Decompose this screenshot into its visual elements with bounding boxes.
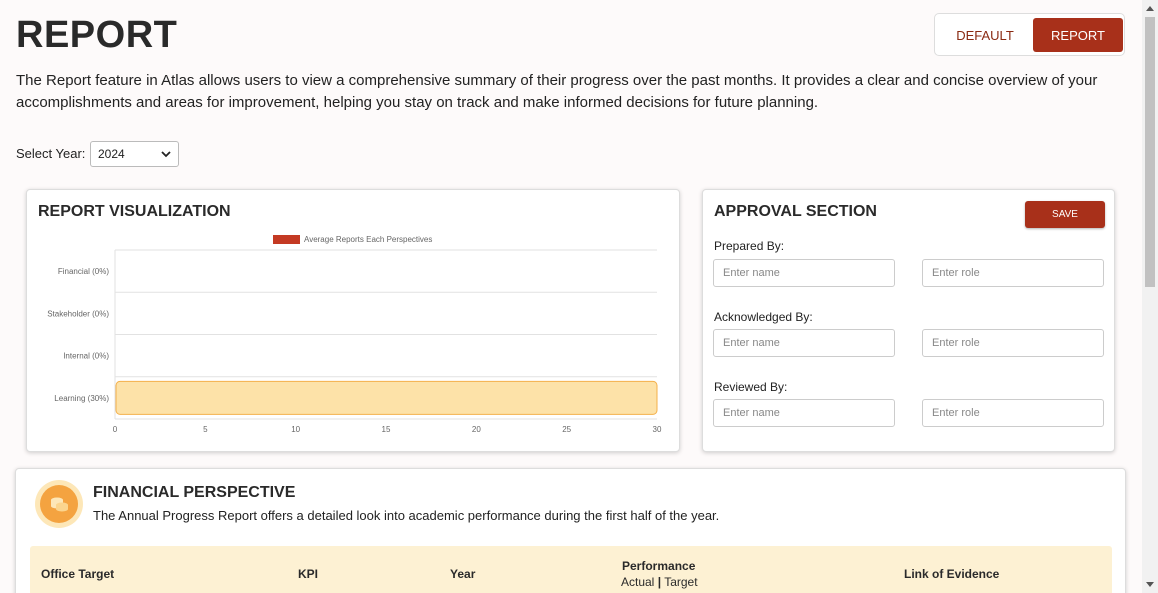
x-tick-label: 15 bbox=[382, 425, 391, 434]
year-select-value: 2024 bbox=[98, 147, 125, 161]
x-tick-label: 5 bbox=[203, 425, 208, 434]
year-select[interactable]: 2024 bbox=[90, 141, 179, 167]
acknowledged-by-name-input[interactable]: Enter name bbox=[713, 329, 895, 357]
x-tick-label: 0 bbox=[113, 425, 118, 434]
financial-perspective-card: FINANCIAL PERSPECTIVE The Annual Progres… bbox=[15, 468, 1126, 593]
col-separator: | bbox=[657, 575, 662, 589]
col-office-target: Office Target bbox=[41, 567, 115, 581]
scroll-up-icon[interactable] bbox=[1142, 0, 1158, 16]
prepared-by-label: Prepared By: bbox=[714, 239, 785, 253]
report-view-button[interactable]: REPORT bbox=[1033, 18, 1123, 52]
col-performance-sub: Actual | Target bbox=[621, 575, 698, 589]
scroll-down-icon[interactable] bbox=[1142, 577, 1158, 593]
acknowledged-by-role-input[interactable]: Enter role bbox=[922, 329, 1104, 357]
col-kpi: KPI bbox=[298, 567, 319, 581]
save-button[interactable]: SAVE bbox=[1025, 201, 1105, 228]
prepared-by-name-input[interactable]: Enter name bbox=[713, 259, 895, 287]
x-tick-label: 30 bbox=[653, 425, 662, 434]
vertical-scrollbar[interactable] bbox=[1142, 0, 1158, 593]
default-view-button[interactable]: DEFAULT bbox=[938, 18, 1032, 52]
acknowledged-by-label: Acknowledged By: bbox=[714, 310, 813, 324]
reviewed-by-name-input[interactable]: Enter name bbox=[713, 399, 895, 427]
x-tick-label: 25 bbox=[562, 425, 571, 434]
x-tick-label: 20 bbox=[472, 425, 481, 434]
y-tick-label: Internal (0%) bbox=[63, 352, 109, 361]
view-toggle: DEFAULT REPORT bbox=[934, 13, 1125, 56]
col-link-of-evidence: Link of Evidence bbox=[904, 567, 1000, 581]
reviewed-by-role-input[interactable]: Enter role bbox=[922, 399, 1104, 427]
bar-learning bbox=[115, 380, 658, 415]
scrollbar-thumb[interactable] bbox=[1145, 17, 1155, 287]
year-select-label: Select Year: bbox=[16, 146, 86, 161]
financial-subtitle: The Annual Progress Report offers a deta… bbox=[93, 508, 720, 523]
approval-section-card: APPROVAL SECTION SAVE Prepared By: Enter… bbox=[702, 189, 1115, 452]
prepared-by-role-input[interactable]: Enter role bbox=[922, 259, 1104, 287]
financial-title: FINANCIAL PERSPECTIVE bbox=[93, 484, 296, 501]
page-title: REPORT bbox=[16, 14, 178, 56]
coins-icon bbox=[35, 480, 83, 528]
page-description: The Report feature in Atlas allows users… bbox=[16, 72, 1098, 111]
approval-title: APPROVAL SECTION bbox=[714, 203, 877, 220]
col-year: Year bbox=[450, 567, 476, 581]
chevron-down-icon bbox=[161, 151, 171, 158]
x-tick-label: 10 bbox=[291, 425, 300, 434]
bar-chart: Financial (0%) Stakeholder (0%) Internal (… bbox=[47, 249, 662, 434]
report-page: REPORT DEFAULT REPORT The Report feature… bbox=[0, 0, 1142, 593]
y-tick-label: Stakeholder (0%) bbox=[47, 309, 109, 318]
reviewed-by-label: Reviewed By: bbox=[714, 380, 788, 394]
col-actual: Actual bbox=[621, 575, 655, 589]
y-tick-label: Learning (30%) bbox=[54, 394, 109, 403]
y-tick-label: Financial (0%) bbox=[58, 267, 109, 276]
col-performance: Performance bbox=[622, 559, 696, 573]
table-header: Office Target KPI Year Performance Actua… bbox=[30, 546, 1112, 593]
col-target: Target bbox=[664, 575, 698, 589]
report-visualization-card: REPORT VISUALIZATION Average Reports Eac… bbox=[26, 189, 680, 452]
